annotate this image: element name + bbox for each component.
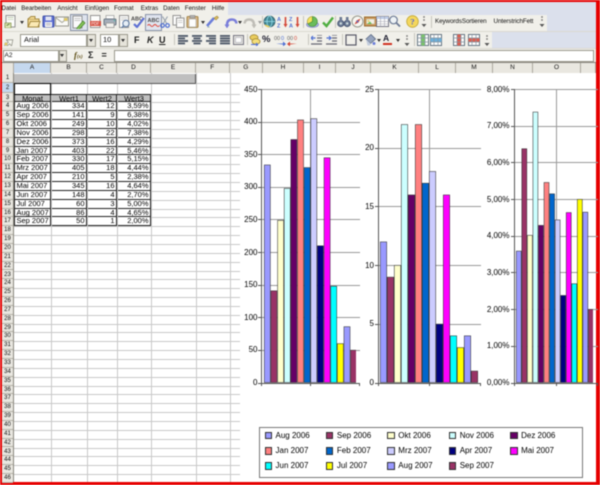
svg-text:00: 00 [274,36,280,42]
svg-text:Z: Z [277,24,281,29]
svg-text:ABC: ABC [148,18,160,24]
svg-text:0: 0 [281,36,284,42]
svg-text:A: A [289,24,293,29]
svg-text:PDF: PDF [91,21,100,26]
svg-text:Z: Z [289,17,293,23]
svg-text:0: 0 [294,36,297,42]
svg-text:A: A [277,17,281,23]
svg-text:00: 00 [287,36,293,42]
svg-text:?: ? [410,17,414,27]
